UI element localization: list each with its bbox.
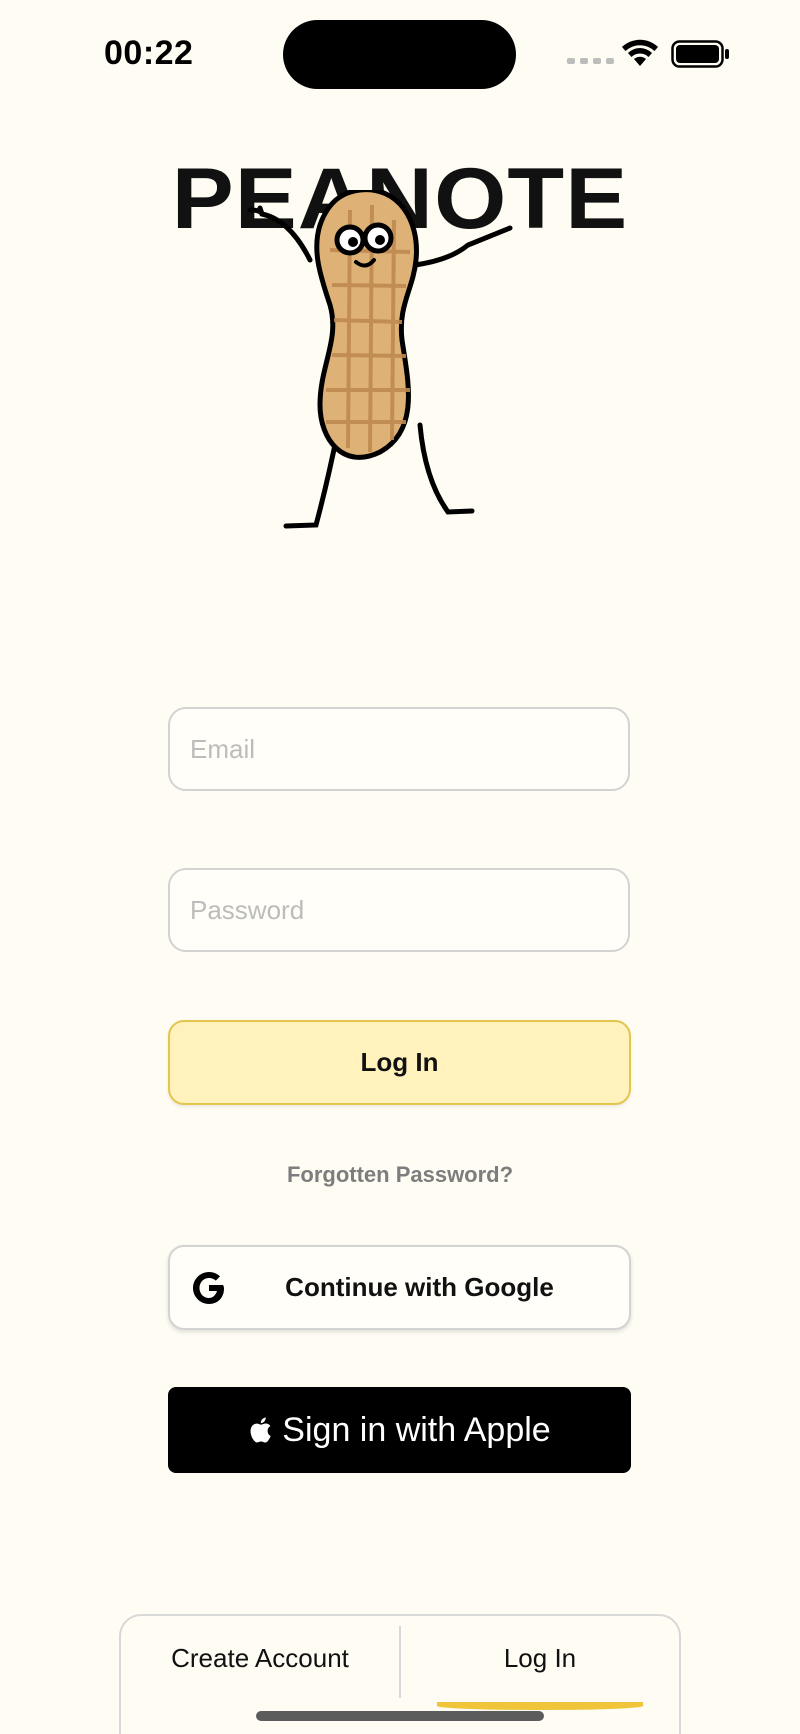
apple-logo-icon	[250, 1417, 271, 1443]
status-time: 00:22	[104, 34, 194, 72]
login-button[interactable]: Log In	[168, 1020, 631, 1105]
password-input[interactable]	[168, 868, 630, 952]
tab-log-in-label: Log In	[503, 1642, 577, 1673]
wifi-icon	[622, 39, 658, 66]
tab-create-account[interactable]: Create Account	[121, 1616, 399, 1700]
tab-create-account-label: Create Account	[171, 1642, 349, 1673]
google-sign-in-button[interactable]: Continue with Google	[168, 1245, 631, 1330]
email-input[interactable]	[168, 707, 630, 791]
battery-icon	[671, 40, 729, 68]
forgot-password-link[interactable]: Forgotten Password?	[0, 1162, 800, 1188]
apple-sign-in-label: Sign in with Apple	[282, 1410, 551, 1449]
peanut-mascot-icon	[247, 190, 513, 529]
google-sign-in-label: Continue with Google	[285, 1272, 554, 1302]
tab-log-in[interactable]: Log In	[401, 1616, 679, 1710]
cellular-signal-icon	[567, 58, 614, 64]
home-indicator[interactable]	[256, 1711, 544, 1721]
google-g-icon	[193, 1272, 224, 1304]
dynamic-island	[283, 20, 516, 89]
apple-sign-in-button[interactable]: Sign in with Apple	[168, 1387, 631, 1473]
selected-tab-indicator	[437, 1702, 643, 1710]
login-screen: 00:22 PEANOTE Email Log In Forgotten Pas…	[0, 0, 800, 1734]
